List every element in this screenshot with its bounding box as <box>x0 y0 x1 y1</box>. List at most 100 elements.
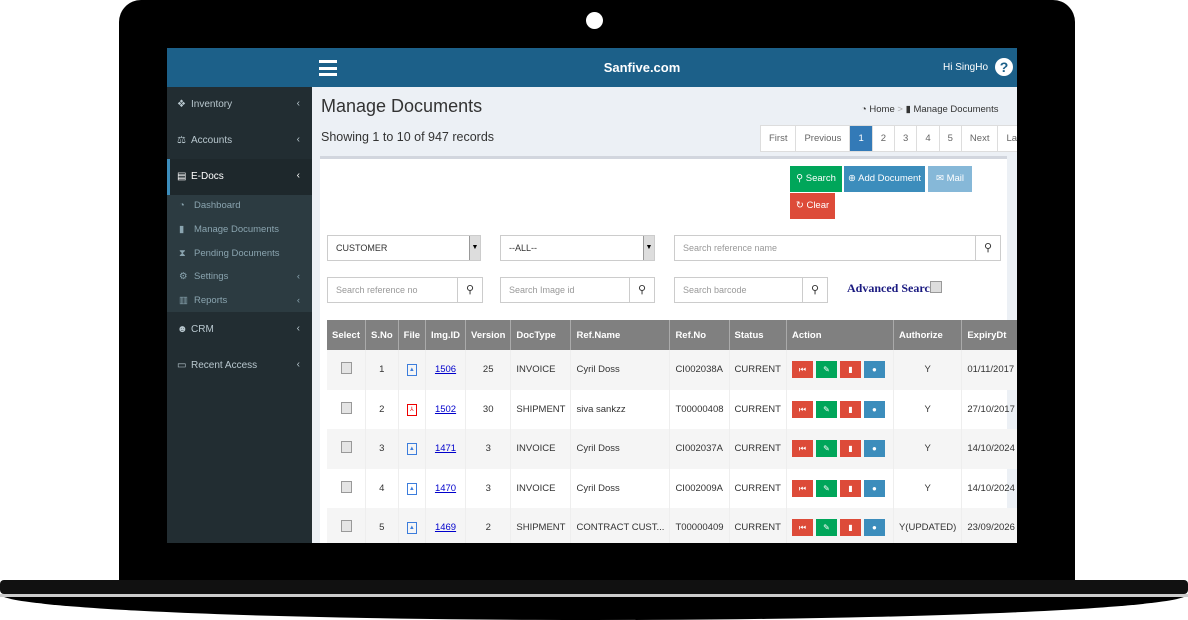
page-2[interactable]: 2 <box>871 126 894 151</box>
advanced-search-label[interactable]: Advanced Search <box>847 281 936 296</box>
sidebar-subitem-pending-documents[interactable]: ⧗ Pending Documents <box>167 248 312 259</box>
column-header-doctype[interactable]: DocType <box>510 320 572 350</box>
top-header: Sanfive.com Hi SingHo ? <box>167 48 1017 87</box>
reference-no-search-input[interactable]: Search reference no ⚲ <box>327 277 483 303</box>
column-header-action[interactable]: Action <box>786 320 894 350</box>
mail-button[interactable]: ✉ Mail <box>928 166 972 192</box>
dashboard-icon: ◔ <box>179 200 185 211</box>
doctype-cell: INVOICE <box>510 429 572 469</box>
column-header-authorize[interactable]: Authorize <box>893 320 963 350</box>
add-document-button[interactable]: ⊕ Add Document <box>844 166 925 192</box>
image-file-icon[interactable]: ▲ <box>406 482 417 495</box>
column-header-file[interactable]: File <box>398 320 427 350</box>
page-next[interactable]: Next <box>960 126 998 151</box>
sidebar-subitem-reports[interactable]: ▥ Reports ‹ <box>167 295 312 306</box>
sidebar-subitem-settings[interactable]: ⚙ Settings ‹ <box>167 271 312 282</box>
img-id-link[interactable]: 1506 <box>435 364 456 375</box>
page-5[interactable]: 5 <box>938 126 961 151</box>
sno-cell: 4 <box>365 468 399 508</box>
sidebar-item-inventory[interactable]: ❖ Inventory ‹ <box>167 87 312 123</box>
edit-icon[interactable]: ✎ <box>815 479 837 497</box>
table-row: 5 ▲ 1469 2 SHIPMENT CONTRACT CUST... T00… <box>327 508 1017 543</box>
row-checkbox[interactable] <box>340 401 352 414</box>
barcode-search-input[interactable]: Search barcode ⚲ <box>674 277 828 303</box>
info-circle-icon[interactable]: ● <box>863 361 885 379</box>
image-file-icon[interactable]: ▲ <box>406 522 417 535</box>
info-circle-icon[interactable]: ● <box>863 519 885 537</box>
column-header-ref-name[interactable]: Ref.Name <box>570 320 671 350</box>
doc-type-select[interactable]: --ALL-- ▼ <box>500 235 655 261</box>
search-icon[interactable]: ⚲ <box>457 278 482 302</box>
breadcrumb-home[interactable]: Home <box>869 104 894 115</box>
row-checkbox[interactable] <box>340 520 352 533</box>
img-id-link[interactable]: 1471 <box>435 443 456 454</box>
column-header-img-id[interactable]: Img.ID <box>425 320 467 350</box>
image-file-icon[interactable]: ▲ <box>406 443 417 456</box>
column-header-select[interactable]: Select <box>327 320 366 350</box>
column-header-ref-no[interactable]: Ref.No <box>669 320 730 350</box>
image-id-search-input[interactable]: Search Image id ⚲ <box>500 277 655 303</box>
select-cell <box>327 350 366 390</box>
column-header-status[interactable]: Status <box>729 320 787 350</box>
sidebar-item-accounts[interactable]: ⚖ Accounts ‹ <box>167 123 312 159</box>
edit-icon[interactable]: ✎ <box>815 361 837 379</box>
search-icon[interactable]: ⚲ <box>629 278 654 302</box>
sidebar-item-recent-access[interactable]: ▭ Recent Access ‹ <box>167 348 312 384</box>
sno-cell: 1 <box>365 350 399 390</box>
book-icon: ▮ <box>905 104 911 115</box>
sidebar-item-label: Inventory <box>191 99 233 110</box>
history-icon[interactable]: ⏮ <box>791 440 813 458</box>
info-circle-icon[interactable]: ● <box>863 479 885 497</box>
edit-icon[interactable]: ✎ <box>815 519 837 537</box>
img-id-link[interactable]: 1469 <box>435 522 456 533</box>
sidebar-subitem-dashboard[interactable]: ◔ Dashboard <box>167 200 312 211</box>
sidebar-subitem-manage-documents[interactable]: ▮ Manage Documents <box>167 224 312 235</box>
advanced-search-checkbox[interactable] <box>930 281 942 293</box>
ref-no-cell: T00000409 <box>669 508 730 543</box>
doc-category-select[interactable]: CUSTOMER ▼ <box>327 235 481 261</box>
image-file-icon[interactable]: ▲ <box>406 364 417 377</box>
search-button[interactable]: ⚲ Search <box>790 166 842 192</box>
trash-icon[interactable]: ▮ <box>839 479 861 497</box>
img-id-link[interactable]: 1502 <box>435 404 456 415</box>
search-icon[interactable]: ⚲ <box>802 278 827 302</box>
column-header-version[interactable]: Version <box>465 320 512 350</box>
reference-name-search-input[interactable]: Search reference name ⚲ <box>674 235 1001 261</box>
edit-icon[interactable]: ✎ <box>815 400 837 418</box>
page-4[interactable]: 4 <box>916 126 938 151</box>
pdf-file-icon[interactable]: ⅄ <box>406 403 417 416</box>
row-checkbox[interactable] <box>340 480 352 493</box>
sidebar-item-label: CRM <box>191 324 214 335</box>
trash-icon[interactable]: ▮ <box>839 440 861 458</box>
page-1[interactable]: 1 <box>849 126 872 151</box>
clear-button[interactable]: ↻ Clear <box>790 193 835 219</box>
sidebar-item-crm[interactable]: ☻ CRM ‹ <box>167 312 312 348</box>
info-circle-icon[interactable]: ● <box>863 440 885 458</box>
page-first[interactable]: First <box>761 126 795 151</box>
column-header-s-no[interactable]: S.No <box>365 320 399 350</box>
history-icon[interactable]: ⏮ <box>791 400 813 418</box>
question-circle-icon[interactable]: ? <box>995 58 1013 76</box>
page-3[interactable]: 3 <box>894 126 916 151</box>
laptop-hinge <box>0 580 1188 594</box>
user-greeting[interactable]: Hi SingHo <box>943 62 988 73</box>
sidebar-item-edocs[interactable]: ▤ E-Docs ‹ <box>167 159 312 195</box>
trash-icon[interactable]: ▮ <box>839 519 861 537</box>
img-id-link[interactable]: 1470 <box>435 483 456 494</box>
trash-icon[interactable]: ▮ <box>839 400 861 418</box>
history-icon[interactable]: ⏮ <box>791 519 813 537</box>
info-circle-icon[interactable]: ● <box>863 400 885 418</box>
page-last[interactable]: Last <box>997 126 1017 151</box>
edit-icon[interactable]: ✎ <box>815 440 837 458</box>
status-cell: CURRENT <box>729 429 787 469</box>
ref-name-cell: Cyril Doss <box>570 468 671 508</box>
history-icon[interactable]: ⏮ <box>791 479 813 497</box>
page-previous[interactable]: Previous <box>795 126 849 151</box>
search-icon[interactable]: ⚲ <box>975 236 1000 260</box>
column-header-expirydt[interactable]: ExpiryDt <box>961 320 1017 350</box>
trash-icon[interactable]: ▮ <box>839 361 861 379</box>
table-row: 1 ▲ 1506 25 INVOICE Cyril Doss CI002038A… <box>327 350 1017 390</box>
row-checkbox[interactable] <box>340 441 352 454</box>
row-checkbox[interactable] <box>340 362 352 375</box>
history-icon[interactable]: ⏮ <box>791 361 813 379</box>
